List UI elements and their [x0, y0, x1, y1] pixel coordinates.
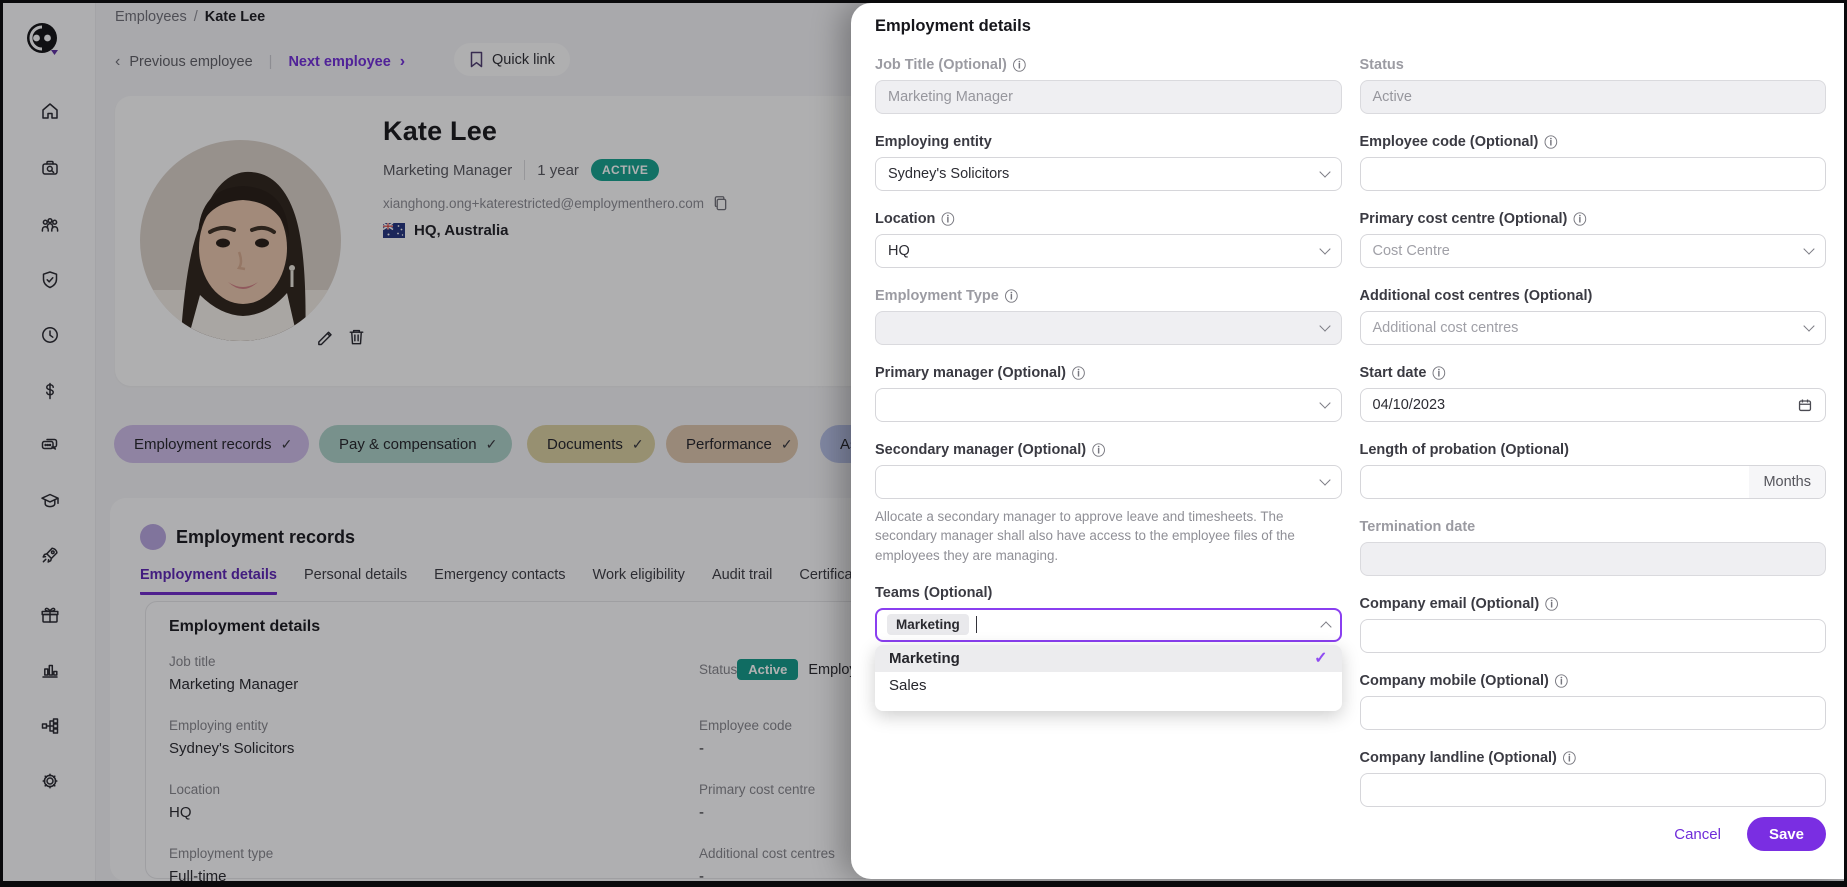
field-label: Company email (Optional)	[1360, 596, 1540, 612]
drawer-field-status: Status Active	[1360, 57, 1827, 114]
field-label: Company mobile (Optional)	[1360, 673, 1549, 689]
field-placeholder: Additional cost centres	[1373, 320, 1806, 336]
drawer-field-employee-code: Employee code (Optional) ⓘ	[1360, 134, 1827, 191]
field-value: Sydney's Solicitors	[888, 166, 1321, 182]
info-icon[interactable]: ⓘ	[1563, 752, 1576, 765]
termination-date-input[interactable]	[1360, 542, 1827, 576]
drawer-field-location: Location ⓘ HQ	[875, 211, 1342, 268]
probation-input[interactable]: Months	[1360, 465, 1827, 499]
page: Employees/Kate Lee ‹ Previous employee |…	[3, 3, 1844, 881]
teams-option-marketing[interactable]: Marketing ✓	[875, 645, 1342, 672]
employment-details-drawer: Employment details Job Title (Optional) ⓘ…	[851, 3, 1844, 879]
drawer-field-secondary-manager: Secondary manager (Optional) ⓘ Allocate a…	[875, 442, 1342, 565]
option-label: Sales	[889, 677, 927, 694]
field-placeholder: Cost Centre	[1373, 243, 1806, 259]
teams-dropdown-menu: Marketing ✓ Sales	[875, 645, 1342, 711]
field-label: Length of probation (Optional)	[1360, 442, 1569, 458]
team-tag-marketing[interactable]: Marketing	[887, 614, 969, 635]
field-label: Termination date	[1360, 519, 1476, 535]
company-email-input[interactable]	[1373, 628, 1814, 644]
cancel-button[interactable]: Cancel	[1674, 826, 1721, 843]
location-select[interactable]: HQ	[875, 234, 1342, 268]
drawer-field-company-mobile: Company mobile (Optional) ⓘ	[1360, 673, 1827, 730]
info-icon[interactable]: ⓘ	[1432, 367, 1445, 380]
field-label: Location	[875, 211, 935, 227]
info-icon[interactable]: ⓘ	[1072, 367, 1085, 380]
start-date-input[interactable]: 04/10/2023	[1360, 388, 1827, 422]
teams-option-sales[interactable]: Sales	[875, 672, 1342, 699]
drawer-field-company-email: Company email (Optional) ⓘ	[1360, 596, 1827, 653]
primary-manager-select[interactable]	[875, 388, 1342, 422]
employee-code-input[interactable]	[1373, 166, 1814, 182]
field-label: Secondary manager (Optional)	[875, 442, 1086, 458]
chevron-down-icon	[1319, 320, 1330, 331]
job-title-input[interactable]: Marketing Manager	[875, 80, 1342, 114]
secondary-manager-helper: Allocate a secondary manager to approve …	[875, 507, 1342, 565]
drawer-field-termination-date: Termination date	[1360, 519, 1827, 576]
secondary-manager-select[interactable]	[875, 465, 1342, 499]
info-icon[interactable]: ⓘ	[1545, 598, 1558, 611]
field-label: Start date	[1360, 365, 1427, 381]
field-label: Company landline (Optional)	[1360, 750, 1557, 766]
calendar-icon[interactable]	[1797, 397, 1813, 413]
chevron-down-icon	[1319, 243, 1330, 254]
field-label: Job Title (Optional)	[875, 57, 1007, 73]
field-label: Status	[1360, 57, 1404, 73]
field-label: Primary manager (Optional)	[875, 365, 1066, 381]
info-icon[interactable]: ⓘ	[1005, 290, 1018, 303]
field-label: Additional cost centres (Optional)	[1360, 288, 1593, 304]
employing-entity-select[interactable]: Sydney's Solicitors	[875, 157, 1342, 191]
info-icon[interactable]: ⓘ	[1573, 213, 1586, 226]
option-label: Marketing	[889, 650, 960, 667]
chevron-down-icon	[1319, 474, 1330, 485]
drawer-field-primary-manager: Primary manager (Optional) ⓘ	[875, 365, 1342, 422]
info-icon[interactable]: ⓘ	[1013, 59, 1026, 72]
months-suffix: Months	[1749, 466, 1825, 498]
info-icon[interactable]: ⓘ	[1555, 675, 1568, 688]
field-label: Teams (Optional)	[875, 585, 992, 601]
drawer-actions: Cancel Save	[1360, 817, 1827, 851]
field-label: Employee code (Optional)	[1360, 134, 1539, 150]
info-icon[interactable]: ⓘ	[941, 213, 954, 226]
info-icon[interactable]: ⓘ	[1544, 136, 1557, 149]
company-mobile-input[interactable]	[1373, 705, 1814, 721]
drawer-field-start-date: Start date ⓘ 04/10/2023	[1360, 365, 1827, 422]
teams-multiselect[interactable]: Marketing	[875, 608, 1342, 642]
save-button[interactable]: Save	[1747, 817, 1826, 851]
drawer-field-length-of-probation: Length of probation (Optional) Months	[1360, 442, 1827, 499]
primary-cost-centre-select[interactable]: Cost Centre	[1360, 234, 1827, 268]
drawer-field-primary-cost-centre: Primary cost centre (Optional) ⓘ Cost Cen…	[1360, 211, 1827, 268]
status-input[interactable]: Active	[1360, 80, 1827, 114]
text-cursor	[976, 616, 978, 633]
drawer-title: Employment details	[875, 17, 1826, 36]
field-value: Active	[1373, 89, 1413, 105]
employment-type-select[interactable]	[875, 311, 1342, 345]
field-value: Marketing Manager	[888, 89, 1013, 105]
drawer-field-teams: Teams (Optional) Marketing Marketing✓ Sa…	[875, 585, 1342, 642]
chevron-down-icon	[1803, 320, 1814, 331]
field-label: Primary cost centre (Optional)	[1360, 211, 1568, 227]
drawer-field-employment-type: Employment Type ⓘ	[875, 288, 1342, 345]
additional-cost-centres-select[interactable]: Additional cost centres	[1360, 311, 1827, 345]
field-value: HQ	[888, 243, 1321, 259]
drawer-field-company-landline: Company landline (Optional) ⓘ	[1360, 750, 1827, 807]
info-icon[interactable]: ⓘ	[1092, 444, 1105, 457]
chevron-down-icon	[1319, 397, 1330, 408]
chevron-up-icon	[1320, 621, 1331, 632]
company-landline-input[interactable]	[1373, 782, 1814, 798]
drawer-field-employing-entity: Employing entity Sydney's Solicitors	[875, 134, 1342, 191]
drawer-field-job-title: Job Title (Optional) ⓘ Marketing Manager	[875, 57, 1342, 114]
chevron-down-icon	[1319, 166, 1330, 177]
check-icon: ✓	[1314, 648, 1327, 668]
drawer-field-additional-cost-centres: Additional cost centres (Optional) Addit…	[1360, 288, 1827, 345]
field-label: Employing entity	[875, 134, 992, 150]
field-label: Employment Type	[875, 288, 999, 304]
chevron-down-icon	[1803, 243, 1814, 254]
field-value: 04/10/2023	[1373, 397, 1798, 413]
app-window: Employees/Kate Lee ‹ Previous employee |…	[0, 0, 1847, 887]
